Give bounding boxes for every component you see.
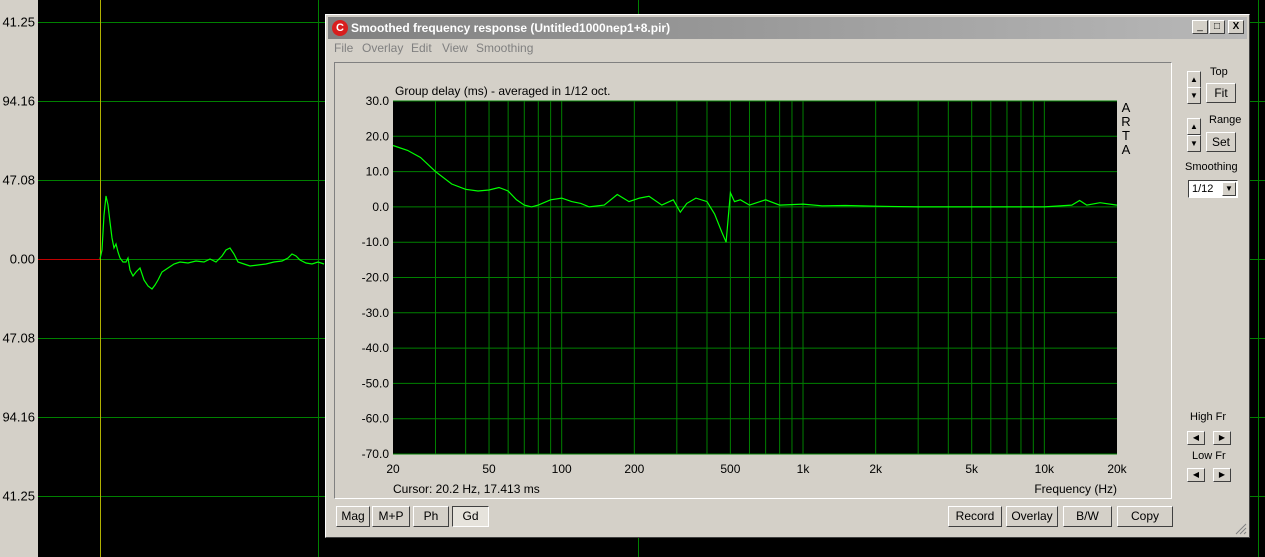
copy-button[interactable]: Copy <box>1117 506 1173 527</box>
x-axis-label: Frequency (Hz) <box>1034 482 1117 496</box>
fit-button[interactable]: Fit <box>1206 83 1236 103</box>
high-fr-label: High Fr <box>1190 411 1227 423</box>
set-button[interactable]: Set <box>1206 132 1236 152</box>
group-delay-chart[interactable]: 30.0 20.0 10.0 0.0 -10.0 -20.0 -30.0 -40.0 -50.0… <box>335 63 1171 498</box>
chart-title: Group delay (ms) - averaged in 1/12 oct. <box>395 84 610 98</box>
overlay-button[interactable]: Overlay <box>1006 506 1058 527</box>
range-down-button[interactable]: ▼ <box>1187 135 1201 152</box>
menu-smoothing[interactable]: Smoothing <box>476 41 533 55</box>
bw-button[interactable]: B/W <box>1063 506 1112 527</box>
x-tick-label: 20 <box>386 462 400 476</box>
app-icon[interactable]: C <box>332 20 348 36</box>
resize-grip-icon[interactable] <box>1235 523 1247 535</box>
x-tick-label: 10k <box>1035 462 1055 476</box>
y-tick-label: 30.0 <box>366 94 390 108</box>
y-tick-label: -40.0 <box>362 341 390 355</box>
y-tick-label: -60.0 <box>362 412 390 426</box>
y-tick-label: -20.0 <box>362 271 390 285</box>
maximize-button[interactable]: □ <box>1209 20 1225 34</box>
x-tick-label: 20k <box>1107 462 1127 476</box>
x-tick-label: 100 <box>552 462 572 476</box>
impulse-y-tick: 94.16 <box>2 409 35 425</box>
low-fr-left-button[interactable]: ◀ <box>1187 468 1205 482</box>
x-tick-label: 50 <box>482 462 496 476</box>
gd-button[interactable]: Gd <box>452 506 489 527</box>
smoothing-value: 1/12 <box>1192 183 1214 195</box>
menu-file[interactable]: File <box>334 41 353 55</box>
top-up-button[interactable]: ▲ <box>1187 71 1201 88</box>
impulse-y-tick: 47.08 <box>2 330 35 346</box>
menu-edit[interactable]: Edit <box>411 41 432 55</box>
mp-button[interactable]: M+P <box>372 506 410 527</box>
impulse-y-tick: 94.16 <box>2 93 35 109</box>
arta-watermark-letter: R <box>1121 114 1130 129</box>
mag-button[interactable]: Mag <box>336 506 370 527</box>
menu-overlay[interactable]: Overlay <box>362 41 403 55</box>
minimize-button[interactable]: _ <box>1192 20 1208 34</box>
smoothing-select[interactable]: 1/12 ▼ <box>1188 180 1238 198</box>
y-tick-label: -50.0 <box>362 376 390 390</box>
window-title: Smoothed frequency response (Untitled100… <box>351 21 671 35</box>
ph-button[interactable]: Ph <box>413 506 449 527</box>
low-fr-label: Low Fr <box>1192 450 1226 462</box>
arta-watermark-letter: A <box>1122 100 1131 115</box>
high-fr-right-button[interactable]: ▶ <box>1213 431 1231 445</box>
cursor-readout: Cursor: 20.2 Hz, 17.413 ms <box>393 482 540 496</box>
arta-watermark-letter: A <box>1122 142 1131 157</box>
low-fr-right-button[interactable]: ▶ <box>1213 468 1231 482</box>
x-tick-label: 1k <box>797 462 811 476</box>
y-tick-label: 20.0 <box>366 129 390 143</box>
range-label: Range <box>1209 114 1242 126</box>
y-tick-label: -70.0 <box>362 447 390 461</box>
arta-watermark-letter: T <box>1122 128 1130 143</box>
range-up-button[interactable]: ▲ <box>1187 118 1201 135</box>
x-tick-label: 200 <box>624 462 644 476</box>
high-fr-left-button[interactable]: ◀ <box>1187 431 1205 445</box>
y-tick-label: 10.0 <box>366 165 390 179</box>
x-tick-label: 5k <box>965 462 979 476</box>
menu-bar: File Overlay Edit View Smoothing <box>328 41 1247 59</box>
smoothing-label: Smoothing <box>1185 161 1238 173</box>
x-tick-label: 500 <box>720 462 740 476</box>
y-tick-label: -10.0 <box>362 235 390 249</box>
top-down-button[interactable]: ▼ <box>1187 87 1201 104</box>
top-label: Top <box>1210 66 1228 78</box>
impulse-y-tick: 41.25 <box>2 488 35 504</box>
chart-panel: 30.0 20.0 10.0 0.0 -10.0 -20.0 -30.0 -40.0 -50.0… <box>334 62 1172 499</box>
smoothed-frequency-response-window: C Smoothed frequency response (Untitled1… <box>325 14 1250 538</box>
menu-view[interactable]: View <box>442 41 468 55</box>
impulse-y-tick: 47.08 <box>2 172 35 188</box>
chevron-down-icon[interactable]: ▼ <box>1222 182 1236 196</box>
impulse-y-axis: 41.25 94.16 47.08 0.00 47.08 94.16 41.25 <box>0 0 38 557</box>
y-tick-label: -30.0 <box>362 306 390 320</box>
impulse-y-tick: 41.25 <box>2 14 35 30</box>
close-button[interactable]: X <box>1228 20 1244 34</box>
record-button[interactable]: Record <box>948 506 1002 527</box>
x-tick-label: 2k <box>869 462 883 476</box>
title-bar[interactable]: C Smoothed frequency response (Untitled1… <box>328 17 1247 39</box>
y-tick-label: 0.0 <box>372 200 389 214</box>
impulse-y-tick: 0.00 <box>9 251 35 267</box>
